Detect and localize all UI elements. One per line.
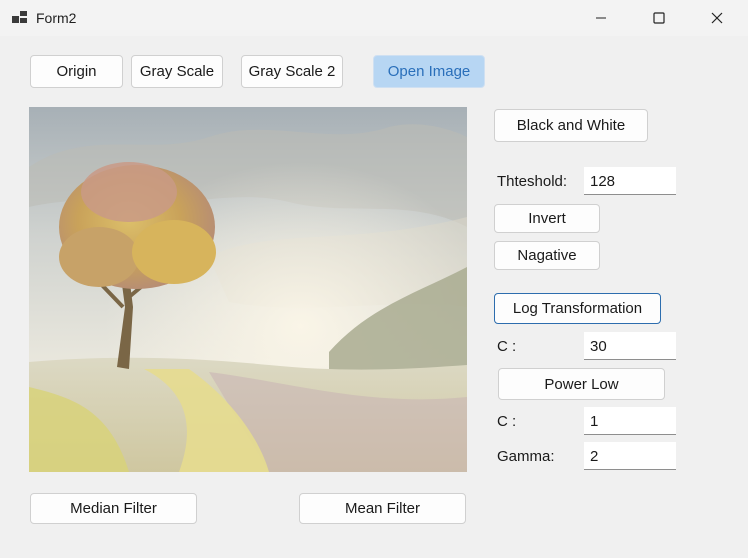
minimize-icon <box>596 17 606 19</box>
power-c-label: C : <box>497 413 517 430</box>
threshold-label: Thteshold: <box>497 173 568 190</box>
threshold-input[interactable] <box>584 167 676 195</box>
title-bar: Form2 <box>0 0 748 36</box>
window-title: Form2 <box>36 10 77 26</box>
origin-button[interactable]: Origin <box>30 55 123 88</box>
app-icon <box>12 10 28 26</box>
invert-button[interactable]: Invert <box>494 204 600 233</box>
landscape-image <box>29 107 467 472</box>
gray-scale-2-button[interactable]: Gray Scale 2 <box>241 55 343 88</box>
minimize-button[interactable] <box>572 0 630 36</box>
close-icon <box>711 12 723 24</box>
negative-button[interactable]: Nagative <box>494 241 600 270</box>
black-and-white-button[interactable]: Black and White <box>494 109 648 142</box>
open-image-button[interactable]: Open Image <box>373 55 485 88</box>
mean-filter-button[interactable]: Mean Filter <box>299 493 466 524</box>
gamma-label: Gamma: <box>497 448 555 465</box>
log-transformation-button[interactable]: Log Transformation <box>494 293 661 324</box>
gamma-input[interactable] <box>584 442 676 470</box>
median-filter-button[interactable]: Median Filter <box>30 493 197 524</box>
power-c-input[interactable] <box>584 407 676 435</box>
log-c-label: C : <box>497 338 517 355</box>
gray-scale-button[interactable]: Gray Scale <box>131 55 223 88</box>
close-button[interactable] <box>688 0 746 36</box>
maximize-icon <box>653 12 665 24</box>
log-c-input[interactable] <box>584 332 676 360</box>
maximize-button[interactable] <box>630 0 688 36</box>
power-low-button[interactable]: Power Low <box>498 368 665 400</box>
image-preview <box>29 107 467 472</box>
